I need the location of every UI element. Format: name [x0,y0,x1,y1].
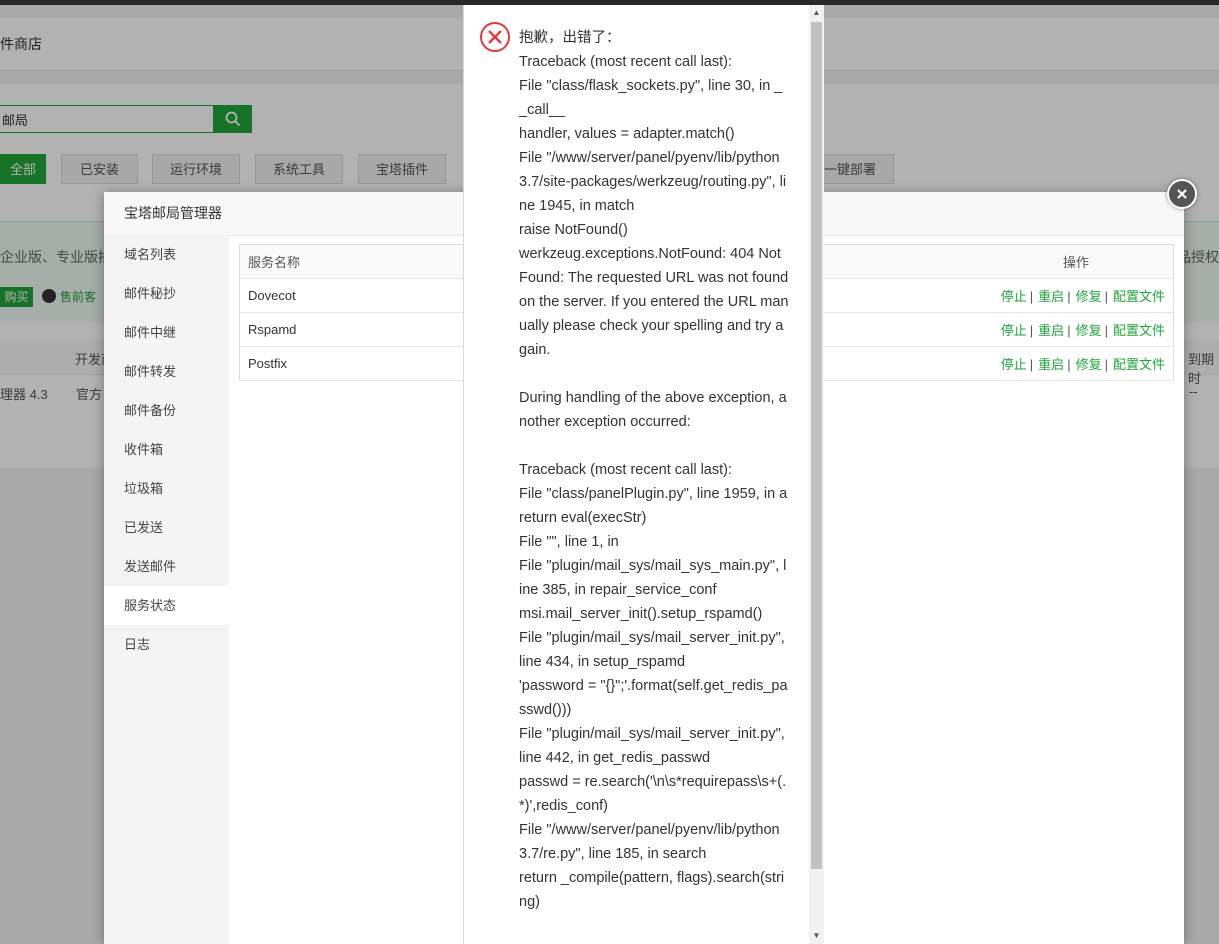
error-dialog: 抱歉，出错了： Traceback (most recent call last… [463,5,824,944]
menu-mail-backup[interactable]: 邮件备份 [104,391,229,430]
restart-link[interactable]: 重启 [1038,357,1064,372]
repair-link[interactable]: 修复 [1076,357,1102,372]
menu-send-mail[interactable]: 发送邮件 [104,547,229,586]
restart-link[interactable]: 重启 [1038,323,1064,338]
scroll-up-arrow-icon[interactable]: ▲ [809,6,824,20]
service-name: Rspamd [239,312,497,347]
restart-link[interactable]: 重启 [1038,289,1064,304]
menu-inbox[interactable]: 收件箱 [104,430,229,469]
close-icon [1177,189,1187,199]
menu-domain-list[interactable]: 域名列表 [104,235,229,274]
error-scrollbar[interactable]: ▲ ▼ [809,5,824,944]
scroll-down-arrow-icon[interactable]: ▼ [809,929,824,943]
error-message: 抱歉，出错了： Traceback (most recent call last… [519,30,789,910]
menu-logs[interactable]: 日志 [104,625,229,664]
config-file-link[interactable]: 配置文件 [1113,323,1165,338]
error-icon [480,22,510,52]
repair-link[interactable]: 修复 [1076,289,1102,304]
side-menu: 域名列表 邮件秘抄 邮件中继 邮件转发 邮件备份 收件箱 垃圾箱 已发送 发送邮… [104,235,229,944]
menu-service-status[interactable]: 服务状态 [104,586,229,625]
menu-spam[interactable]: 垃圾箱 [104,469,229,508]
stop-link[interactable]: 停止 [1001,357,1027,372]
stop-link[interactable]: 停止 [1001,323,1027,338]
stop-link[interactable]: 停止 [1001,289,1027,304]
service-name: Postfix [239,346,497,381]
column-header-service-name: 服务名称 [239,244,497,279]
menu-mail-relay[interactable]: 邮件中继 [104,313,229,352]
menu-mail-forward[interactable]: 邮件转发 [104,352,229,391]
modal-close-button[interactable] [1167,179,1197,209]
config-file-link[interactable]: 配置文件 [1113,289,1165,304]
service-name: Dovecot [239,278,497,313]
config-file-link[interactable]: 配置文件 [1113,357,1165,372]
menu-sent[interactable]: 已发送 [104,508,229,547]
repair-link[interactable]: 修复 [1076,323,1102,338]
scroll-thumb[interactable] [811,22,822,869]
menu-mail-bcc[interactable]: 邮件秘抄 [104,274,229,313]
